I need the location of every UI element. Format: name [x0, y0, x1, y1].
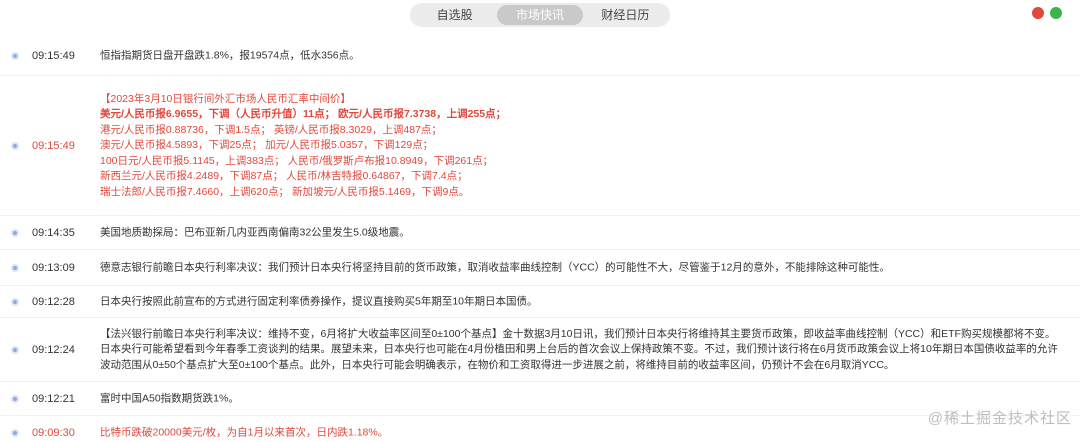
bullet-dot-icon — [11, 228, 19, 237]
news-text: 港元/人民币报0.88736，下调1.5点； 英镑/人民币报8.3029，上调4… — [100, 123, 442, 136]
bullet-dot-icon — [11, 428, 19, 437]
news-item[interactable]: 09:15:49 恒指指期货日盘开盘跌1.8%，报19574点，低水356点。 — [0, 36, 1080, 76]
news-item[interactable]: 09:12:24 【法兴银行前瞻日本央行利率决议：维持不变，6月将扩大收益率区间… — [0, 318, 1080, 382]
tab-finance-calendar[interactable]: 财经日历 — [583, 5, 668, 25]
close-window-button[interactable] — [1032, 7, 1044, 19]
news-time: 09:13:09 — [32, 261, 75, 274]
watermark: @稀土掘金技术社区 — [927, 410, 1072, 427]
news-text: 美国地质勘探局：巴布亚新几内亚西南偏南32公里发生5.0级地震。 — [100, 225, 410, 238]
news-content: 【2023年3月10日银行间外汇市场人民币汇率中间价】 美元/人民币报6.965… — [100, 91, 1060, 200]
news-time: 09:15:49 — [32, 139, 75, 152]
news-item[interactable]: 09:13:09 德意志银行前瞻日本央行利率决议：我们预计日本央行将坚持目前的货… — [0, 250, 1080, 286]
news-text: 富时中国A50指数期货跌1%。 — [100, 391, 239, 404]
news-feed: 09:15:49 恒指指期货日盘开盘跌1.8%，报19574点，低水356点。 … — [0, 36, 1080, 442]
news-text: 新西兰元/人民币报4.2489，下调87点； 人民币/林吉特报0.64867，下… — [100, 169, 468, 182]
news-text: 100日元/人民币报5.1145，上调383点； 人民币/俄罗斯卢布报10.89… — [100, 154, 494, 167]
news-content: 恒指指期货日盘开盘跌1.8%，报19574点，低水356点。 — [100, 48, 1060, 64]
news-text: 澳元/人民币报4.5893，下调25点； 加元/人民币报5.0357，下调129… — [100, 138, 434, 151]
news-time: 09:15:49 — [32, 49, 75, 62]
news-content: 富时中国A50指数期货跌1%。 — [100, 391, 1060, 407]
news-text: 【2023年3月10日银行间外汇市场人民币汇率中间价】 — [100, 92, 351, 105]
bullet-dot-icon — [11, 297, 19, 306]
bullet-dot-icon — [11, 345, 19, 354]
tab-watchlist[interactable]: 自选股 — [412, 5, 497, 25]
news-content: 德意志银行前瞻日本央行利率决议：我们预计日本央行将坚持目前的货币政策，取消收益率… — [100, 260, 1060, 276]
news-text: 瑞士法郎/人民币报7.4660，上调620点； 新加坡元/人民币报5.1469，… — [100, 185, 470, 198]
bullet-dot-icon — [11, 394, 19, 403]
news-text: 日本央行按照此前宣布的方式进行固定利率债券操作，提议直接购买5年期至10年期日本… — [100, 294, 538, 307]
news-text: 【法兴银行前瞻日本央行利率决议：维持不变，6月将扩大收益率区间至0±100个基点… — [100, 327, 1056, 340]
maximize-window-button[interactable] — [1050, 7, 1062, 19]
news-time: 09:14:35 — [32, 226, 75, 239]
news-content: 日本央行按照此前宣布的方式进行固定利率债券操作，提议直接购买5年期至10年期日本… — [100, 294, 1060, 310]
tab-market-news[interactable]: 市场快讯 — [497, 5, 583, 25]
segmented-tab-control: 自选股 市场快讯 财经日历 — [410, 3, 670, 27]
news-item[interactable]: 09:14:35 美国地质勘探局：巴布亚新几内亚西南偏南32公里发生5.0级地震… — [0, 216, 1080, 250]
news-text: 波动范围从0±50个基点扩大至0±100个基点。此外，日本央行可能会明确表示，在… — [100, 358, 895, 371]
news-time: 09:09:30 — [32, 426, 75, 439]
news-item[interactable]: 09:15:49 【2023年3月10日银行间外汇市场人民币汇率中间价】 美元/… — [0, 76, 1080, 216]
news-content: 比特币跌破20000美元/枚，为自1月以来首次，日内跌1.18%。 — [100, 425, 1060, 441]
window-controls — [1032, 7, 1062, 19]
bullet-dot-icon — [11, 263, 19, 272]
news-item[interactable]: 09:12:21 富时中国A50指数期货跌1%。 — [0, 382, 1080, 416]
news-item[interactable]: 09:09:30 比特币跌破20000美元/枚，为自1月以来首次，日内跌1.18… — [0, 416, 1080, 442]
news-content: 美国地质勘探局：巴布亚新几内亚西南偏南32公里发生5.0级地震。 — [100, 225, 1060, 241]
news-text: 比特币跌破20000美元/枚，为自1月以来首次，日内跌1.18%。 — [100, 425, 389, 438]
news-text: 恒指指期货日盘开盘跌1.8%，报19574点，低水356点。 — [100, 48, 360, 61]
news-text: 德意志银行前瞻日本央行利率决议：我们预计日本央行将坚持目前的货币政策，取消收益率… — [100, 260, 890, 273]
news-time: 09:12:28 — [32, 295, 75, 308]
bullet-dot-icon — [11, 51, 19, 60]
news-text: 日本央行可能希望看到今年春季工资谈判的结果。展望未来，日本央行也可能在4月份植田… — [100, 342, 1058, 355]
news-item[interactable]: 09:12:28 日本央行按照此前宣布的方式进行固定利率债券操作，提议直接购买5… — [0, 286, 1080, 318]
news-time: 09:12:24 — [32, 343, 75, 356]
news-time: 09:12:21 — [32, 392, 75, 405]
news-content: 【法兴银行前瞻日本央行利率决议：维持不变，6月将扩大收益率区间至0±100个基点… — [100, 326, 1060, 373]
top-bar: 自选股 市场快讯 财经日历 — [0, 0, 1080, 30]
news-text: 美元/人民币报6.9655，下调（人民币升值）11点； 欧元/人民币报7.373… — [100, 107, 507, 120]
bullet-dot-icon — [11, 141, 19, 150]
